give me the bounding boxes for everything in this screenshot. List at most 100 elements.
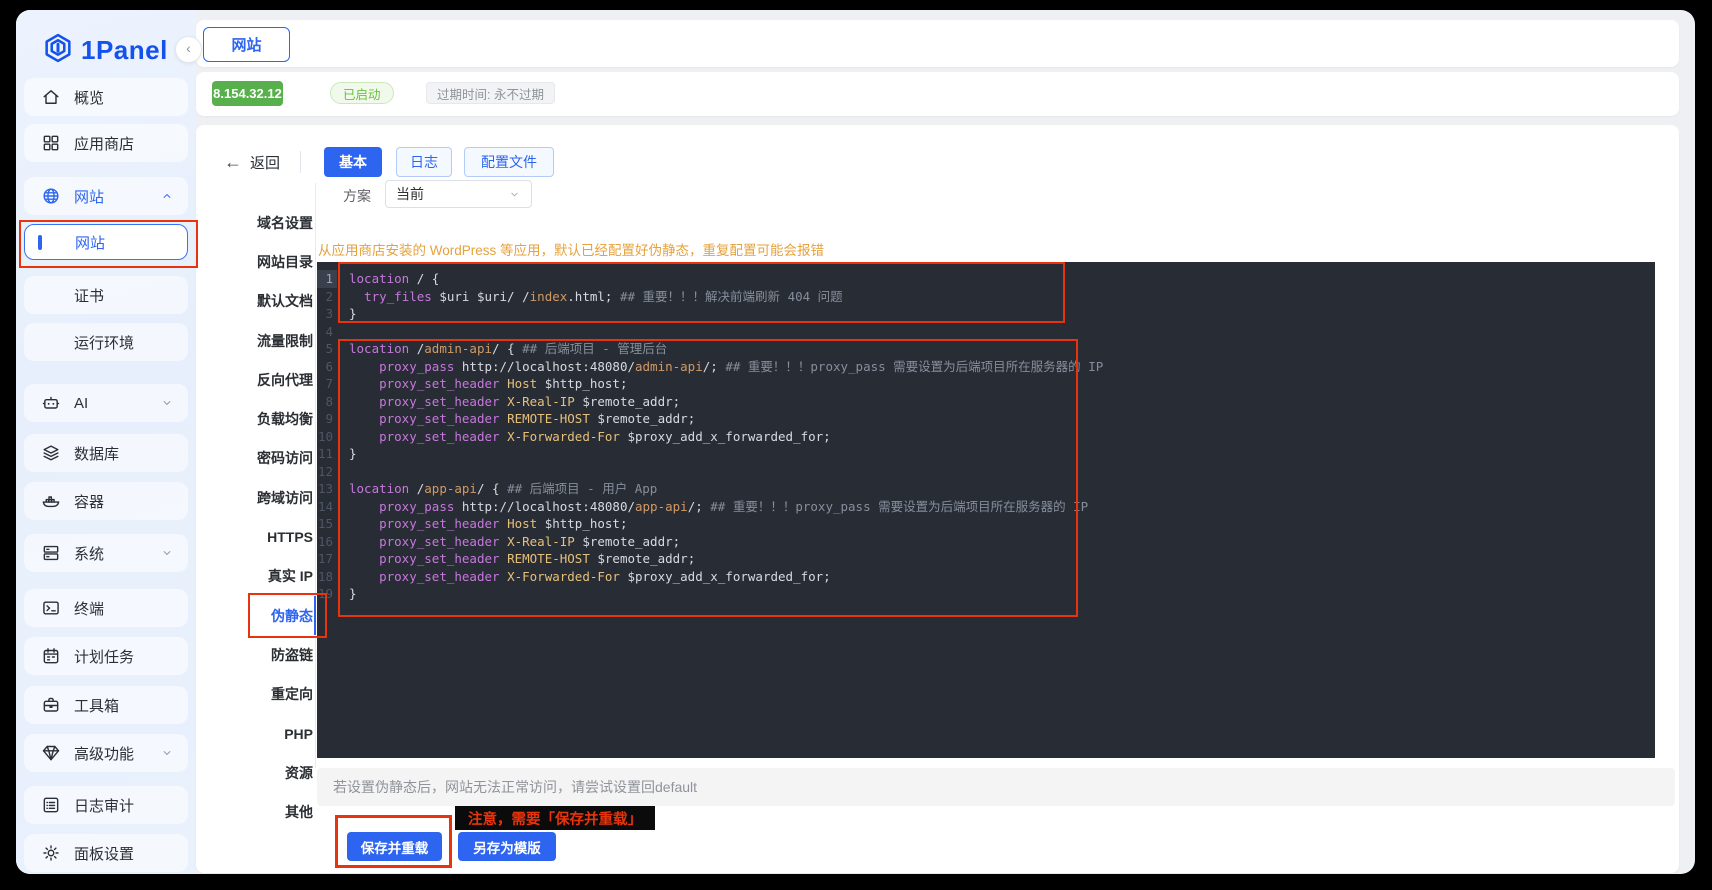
settings-nav-item-15[interactable]: 其他 [196,792,313,831]
settings-nav-divider [315,183,316,768]
main-area: 网站 8.154.32.12 已启动 过期时间: 永不过期 ← 返回 基本 日志… [196,10,1695,874]
line-number: 13 [317,480,333,498]
code-line: proxy_pass http://localhost:48080/app-ap… [349,498,1103,516]
gear-icon [41,843,61,863]
settings-nav-item-5[interactable]: 负载均衡 [196,399,313,438]
sidebar-item-database[interactable]: 数据库 [24,434,188,472]
line-number: 17 [317,550,333,568]
settings-nav-item-13[interactable]: PHP [196,714,313,753]
code-line: location /app-api/ { ## 后端项目 - 用户 App [349,480,1103,498]
code-line: proxy_set_header REMOTE-HOST $remote_add… [349,410,1103,428]
sidebar-item-website[interactable]: 网站 [24,224,188,260]
sidebar-item-website-group[interactable]: 网站 [24,177,188,215]
code-area: 12345678910111213141516171819 location /… [317,270,1655,603]
tab-basic[interactable]: 基本 [324,147,382,177]
sidebar-item-label: 计划任务 [74,646,134,667]
save-reload-note: 注意，需要「保存并重载」 [455,806,655,830]
sidebar-item-cronjob[interactable]: 计划任务 [24,637,188,675]
sidebar-collapse-button[interactable]: ‹ [175,36,202,63]
site-state-badge: 已启动 [330,82,394,104]
code-line: location / { [349,270,1103,288]
code-line: proxy_set_header X-Real-IP $remote_addr; [349,533,1103,551]
sidebar-item-terminal[interactable]: 终端 [24,589,188,627]
settings-nav-item-14[interactable]: 资源 [196,753,313,792]
line-number: 18 [317,568,333,586]
sidebar-item-label: 应用商店 [74,133,134,154]
settings-nav-item-rewrite-active[interactable]: 伪静态 [196,596,313,635]
line-number: 8 [317,393,333,411]
1panel-hexagon-logo-icon [42,32,74,69]
settings-nav-item-7[interactable]: 跨域访问 [196,478,313,517]
site-settings-panel: ← 返回 基本 日志 配置文件 域名设置网站目录默认文档流量限制反向代理负载均衡… [196,125,1679,873]
line-number: 11 [317,445,333,463]
sidebar-item-ai[interactable]: AI [24,384,188,422]
code-line: proxy_set_header REMOTE-HOST $remote_add… [349,550,1103,568]
code-line: location /admin-api/ { ## 后端项目 - 管理后台 [349,340,1103,358]
sidebar-item-label: 概览 [74,87,104,108]
layers-icon [41,443,61,463]
settings-nav-active-indicator [314,596,317,635]
code-line [349,463,1103,481]
chevron-up-icon [160,189,174,203]
primary-sidebar: 1Panel 概览应用商店网站网站证书运行环境AI数据库容器系统终端计划任务工具… [16,10,196,874]
tab-log[interactable]: 日志 [396,147,452,177]
back-label: 返回 [250,152,280,173]
sidebar-item-log-audit[interactable]: 日志审计 [24,786,188,824]
sidebar-item-certificate[interactable]: 证书 [24,276,188,314]
sidebar-item-label: 网站 [74,186,104,207]
line-number: 3 [317,305,333,323]
settings-nav-item-9[interactable]: 真实 IP [196,557,313,596]
settings-nav-item-0[interactable]: 域名设置 [196,203,313,242]
scheme-select[interactable]: 当前 [385,180,532,208]
sidebar-item-container[interactable]: 容器 [24,482,188,520]
sidebar-item-label: 运行环境 [74,332,134,353]
calendar-icon [41,646,61,666]
code-line: } [349,445,1103,463]
sidebar-item-system[interactable]: 系统 [24,534,188,572]
code-line: } [349,585,1103,603]
sidebar-item-overview[interactable]: 概览 [24,78,188,116]
sidebar-item-advanced[interactable]: 高级功能 [24,734,188,772]
settings-nav-item-8[interactable]: HTTPS [196,517,313,556]
line-number-gutter: 12345678910111213141516171819 [317,270,333,603]
line-number: 10 [317,428,333,446]
line-number: 2 [317,288,333,306]
toolbar-divider [300,151,301,173]
line-number: 16 [317,533,333,551]
briefcase-icon [41,695,61,715]
sidebar-item-runtime[interactable]: 运行环境 [24,323,188,361]
code-lines: location / { try_files $uri $uri/ /index… [349,270,1103,603]
sidebar-item-panel-settings[interactable]: 面板设置 [24,834,188,872]
open-tab-website[interactable]: 网站 [203,27,290,62]
settings-nav-item-11[interactable]: 防盗链 [196,635,313,674]
tab-config-file[interactable]: 配置文件 [464,147,554,177]
chevron-down-icon [160,746,174,760]
settings-nav-item-2[interactable]: 默认文档 [196,282,313,321]
line-number: 19 [317,585,333,603]
settings-nav-item-6[interactable]: 密码访问 [196,439,313,478]
settings-nav-item-3[interactable]: 流量限制 [196,321,313,360]
chevron-down-icon [160,396,174,410]
app-window: 1Panel 概览应用商店网站网站证书运行环境AI数据库容器系统终端计划任务工具… [16,10,1695,874]
line-number: 12 [317,463,333,481]
save-and-reload-button[interactable]: 保存并重载 [347,832,442,861]
back-arrow-icon: ← [224,153,242,171]
rewrite-hint-bar: 若设置伪静态后，网站无法正常访问，请尝试设置回default [317,768,1675,806]
save-as-template-button[interactable]: 另存为模版 [458,832,556,861]
sidebar-item-app-store[interactable]: 应用商店 [24,124,188,162]
settings-nav-item-4[interactable]: 反向代理 [196,360,313,399]
line-number: 15 [317,515,333,533]
grid-icon [41,133,61,153]
sidebar-item-toolbox[interactable]: 工具箱 [24,686,188,724]
code-line [349,323,1103,341]
back-button[interactable]: ← 返回 [224,147,280,177]
code-line: try_files $uri $uri/ /index.html; ## 重要！… [349,288,1103,306]
app-logo-text: 1Panel [81,35,168,66]
settings-nav-item-12[interactable]: 重定向 [196,675,313,714]
scheme-label: 方案 [343,186,371,206]
code-line: proxy_set_header Host $http_host; [349,375,1103,393]
rewrite-warning-text: 从应用商店安装的 WordPress 等应用，默认已经配置好伪静态，重复配置可能… [318,239,824,259]
settings-nav-item-1[interactable]: 网站目录 [196,242,313,281]
open-tabs-strip: 网站 [196,20,1679,67]
rewrite-code-editor[interactable]: 12345678910111213141516171819 location /… [317,262,1655,758]
